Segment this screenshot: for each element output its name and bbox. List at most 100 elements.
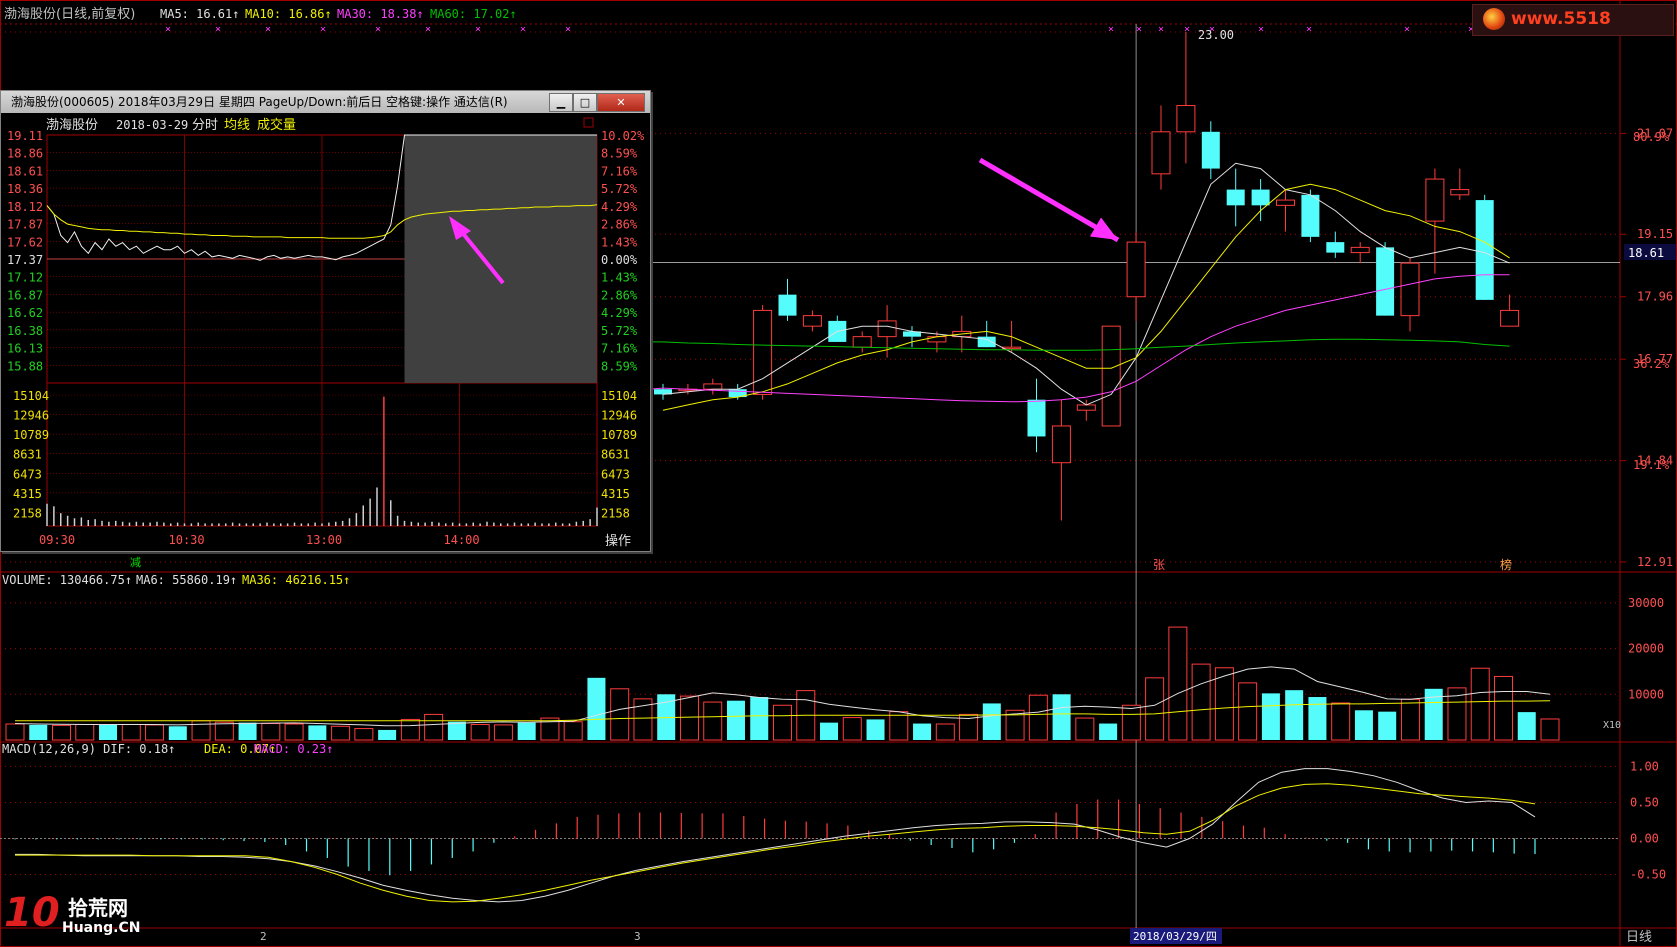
minimize-button[interactable]: ▁ — [549, 93, 573, 112]
candle-body-up — [1101, 325, 1121, 427]
intraday-pct-tick: 2.86% — [601, 218, 638, 232]
volume-bar-up — [889, 711, 909, 741]
volume-bar-up — [331, 725, 351, 741]
candle-body-up — [1076, 404, 1096, 411]
volume-header-value: VOLUME: 130466.75↑ — [2, 573, 132, 587]
top-event-marker: × — [320, 24, 326, 35]
price-tick-label: 17.96 — [1637, 290, 1673, 304]
intraday-price-tick: 18.86 — [7, 147, 43, 161]
top-event-marker: × — [165, 24, 171, 35]
volume-bar-up — [145, 724, 165, 741]
watermark-logo-cn: 拾荒网 — [68, 896, 128, 920]
volume-bar-up — [1470, 667, 1490, 741]
intraday-pct-tick: 4.29% — [601, 200, 638, 214]
top-event-marker: × — [520, 24, 526, 35]
volume-bar-down — [1378, 711, 1397, 740]
close-button[interactable]: ✕ — [597, 93, 645, 112]
intraday-price-tick: 16.38 — [7, 324, 43, 338]
intraday-price-tick: 17.87 — [7, 218, 43, 232]
volume-bar-down — [1285, 690, 1304, 740]
intraday-pct-tick: 5.72% — [601, 182, 638, 196]
intraday-price-tick: 16.13 — [7, 342, 43, 356]
intraday-vol-tick-right: 2158 — [601, 506, 630, 520]
candle-body-up — [1350, 246, 1370, 254]
macd-macd-value: MACD: 0.23↑ — [254, 742, 333, 756]
candle-body-down — [1376, 247, 1395, 316]
main-chart-area[interactable] — [649, 24, 1620, 928]
volume-bar-up — [563, 721, 583, 741]
volume-bar-up — [1075, 717, 1095, 741]
intraday-time-tick: 09:30 — [39, 533, 75, 547]
volume-bar-up — [842, 717, 862, 741]
popup-titlebar[interactable]: 渤海股份(000605) 2018年03月29日 星期四 PageUp/Down… — [1, 91, 650, 113]
volume-chart-area[interactable] — [5, 626, 1560, 741]
volume-tick-label: 30000 — [1628, 596, 1664, 610]
intraday-price-tick: 16.87 — [7, 288, 43, 302]
intraday-vol-tick-right: 6473 — [601, 467, 630, 481]
intraday-chart[interactable]: 渤海股份 2018-03-29 分时 均线 成交量 19.11 10.02% 18.… — [1, 113, 650, 551]
maximize-button[interactable]: □ — [573, 93, 597, 112]
top-event-marker: × — [475, 24, 481, 35]
intraday-vol-tick-right: 8631 — [601, 448, 630, 462]
intraday-action-label[interactable]: 操作 — [605, 533, 631, 549]
volume-bar-up — [1168, 626, 1188, 741]
volume-bar-up — [1145, 677, 1165, 741]
volume-bar-down — [1354, 710, 1373, 740]
period-label[interactable]: 日线 — [1626, 930, 1652, 945]
volume-bar-up — [493, 724, 513, 741]
volume-bar-down — [1308, 697, 1327, 740]
watermark-site-text: www.5518 — [1511, 9, 1611, 29]
price-axis: 23.0021.0719.1517.9616.7714.8412.9180.9%… — [1628, 25, 1673, 882]
volume-bar-up — [1540, 718, 1560, 741]
volume-bar-up — [1191, 663, 1211, 741]
volume-bar-up — [1121, 704, 1141, 741]
top-event-marker: × — [1136, 24, 1142, 35]
volume-bar-down — [1261, 693, 1280, 740]
volume-bar-up — [354, 728, 374, 741]
volume-tick-label: 20000 — [1628, 642, 1664, 656]
intraday-avg-label: 均线 — [224, 118, 250, 133]
candle-body-down — [1251, 189, 1270, 206]
macd-dif-value: MACD(12,26,9) DIF: 0.18↑ — [2, 742, 175, 756]
macd-chart-area[interactable] — [0, 768, 1620, 903]
candle-body-down — [1301, 194, 1320, 237]
intraday-vol-tick: 10789 — [13, 428, 49, 442]
top-event-marker: × — [215, 24, 221, 35]
price-tick-label: 12.91 — [1637, 555, 1673, 569]
volume-bar-up — [1400, 698, 1420, 741]
volume-bar-down — [168, 726, 187, 740]
top-event-marker: × — [265, 24, 271, 35]
bang-marker: 榜 — [1500, 557, 1512, 572]
candle-body-up — [1126, 241, 1146, 298]
intraday-price-tick: 18.61 — [7, 164, 43, 178]
candle-body-down — [1027, 399, 1046, 437]
intraday-popup-window[interactable]: 渤海股份(000605) 2018年03月29日 星期四 PageUp/Down… — [0, 90, 651, 552]
macd-tick-label: -0.50 — [1630, 868, 1666, 882]
intraday-mode: 分时 — [192, 118, 218, 133]
macd-tick-label: 1.00 — [1630, 759, 1659, 773]
macd-tick-label: 0.00 — [1630, 832, 1659, 846]
jian-marker: 减 — [130, 556, 141, 569]
limit-up-fill — [404, 135, 597, 383]
volume-bar-up — [935, 723, 955, 741]
current-price-label: 18.61 — [1628, 246, 1664, 260]
watermark-logo-en: Huang.CN — [62, 920, 141, 936]
candle-body-up — [1176, 105, 1196, 133]
top-event-marker: × — [1404, 24, 1410, 35]
volume-bar-down — [447, 721, 466, 740]
volume-bar-down — [238, 722, 257, 740]
top-event-marker: × — [565, 24, 571, 35]
volume-bar-down — [750, 697, 769, 740]
date-tick-2: 2 — [260, 930, 267, 943]
volume-bar-down — [308, 725, 327, 740]
top-event-marker: × — [1306, 24, 1312, 35]
intraday-price-tick: 17.62 — [7, 235, 43, 249]
volume-bar-down — [378, 729, 397, 740]
macd-dif-line — [15, 768, 1536, 903]
intraday-price-tick: 17.37 — [7, 253, 43, 267]
intraday-pct-tick: 5.72% — [601, 324, 638, 338]
candle-body-down — [778, 294, 797, 316]
volume-bar-up — [610, 688, 630, 741]
volume-bar-up — [703, 701, 723, 741]
ma30-line-extension — [649, 387, 664, 390]
